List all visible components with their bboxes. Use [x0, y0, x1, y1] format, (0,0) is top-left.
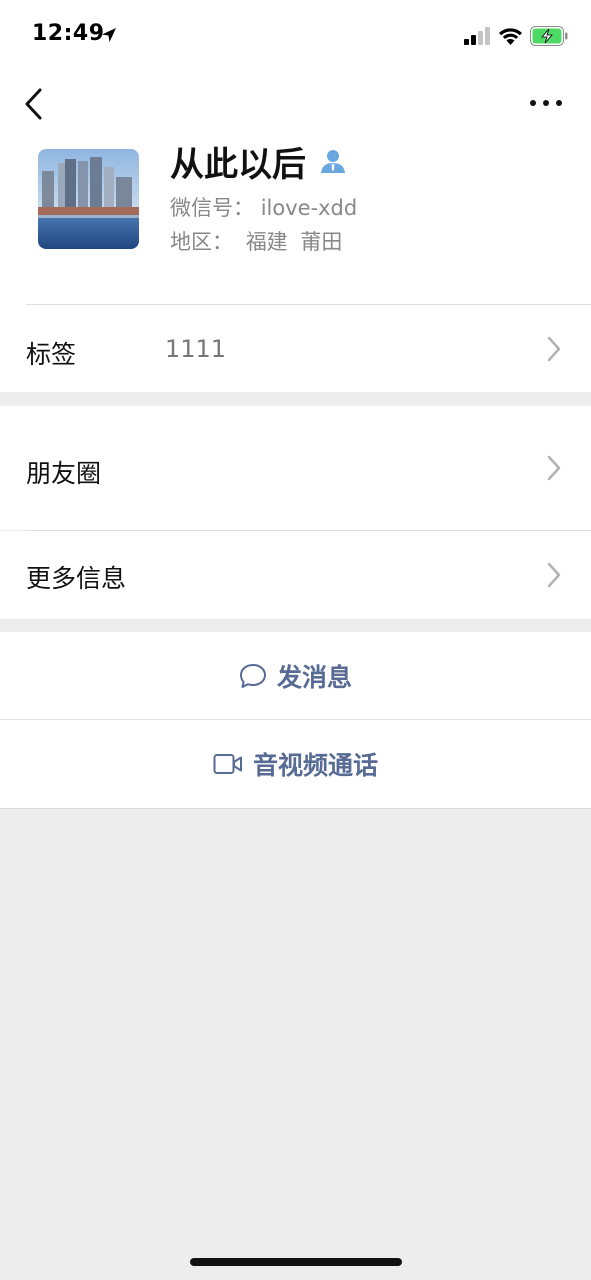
region-city: 莆田	[300, 230, 343, 254]
chevron-right-icon	[547, 336, 561, 362]
send-message-button[interactable]: 发消息	[0, 632, 591, 719]
cellular-signal-icon	[464, 27, 490, 45]
more-info-row[interactable]: 更多信息	[0, 531, 591, 619]
wechat-id-value: ilove-xdd	[260, 196, 358, 220]
back-button[interactable]	[20, 86, 50, 122]
tags-row[interactable]: 标签 1111	[0, 305, 591, 392]
chevron-right-icon	[547, 562, 561, 588]
status-time: 12:49	[32, 21, 105, 46]
wifi-icon	[499, 28, 522, 45]
region-label: 地区：	[170, 230, 233, 254]
tags-value: 1111	[165, 335, 227, 363]
wechat-id-label: 微信号：	[170, 196, 254, 220]
avatar[interactable]	[38, 149, 139, 249]
contact-person-icon	[321, 150, 345, 173]
moments-row[interactable]: 朋友圈	[0, 406, 591, 530]
battery-charging-icon	[530, 26, 568, 46]
video-camera-icon	[213, 754, 242, 774]
send-message-label: 发消息	[276, 662, 352, 692]
home-indicator[interactable]	[190, 1258, 402, 1266]
chat-bubble-icon	[239, 663, 266, 688]
wechat-id: 微信号： ilove-xdd	[170, 192, 357, 222]
region-province: 福建	[245, 230, 288, 254]
more-info-label: 更多信息	[26, 564, 127, 593]
divider	[0, 808, 591, 809]
region: 地区： 福建 莆田	[170, 226, 348, 256]
more-options-button[interactable]	[528, 92, 564, 114]
chevron-right-icon	[547, 455, 561, 481]
location-arrow-icon	[102, 28, 116, 42]
tags-label: 标签	[26, 340, 77, 369]
contact-name: 从此以后	[170, 145, 306, 185]
video-call-label: 音视频通话	[252, 751, 378, 780]
moments-label: 朋友圈	[26, 459, 102, 488]
video-call-button[interactable]: 音视频通话	[0, 720, 591, 808]
